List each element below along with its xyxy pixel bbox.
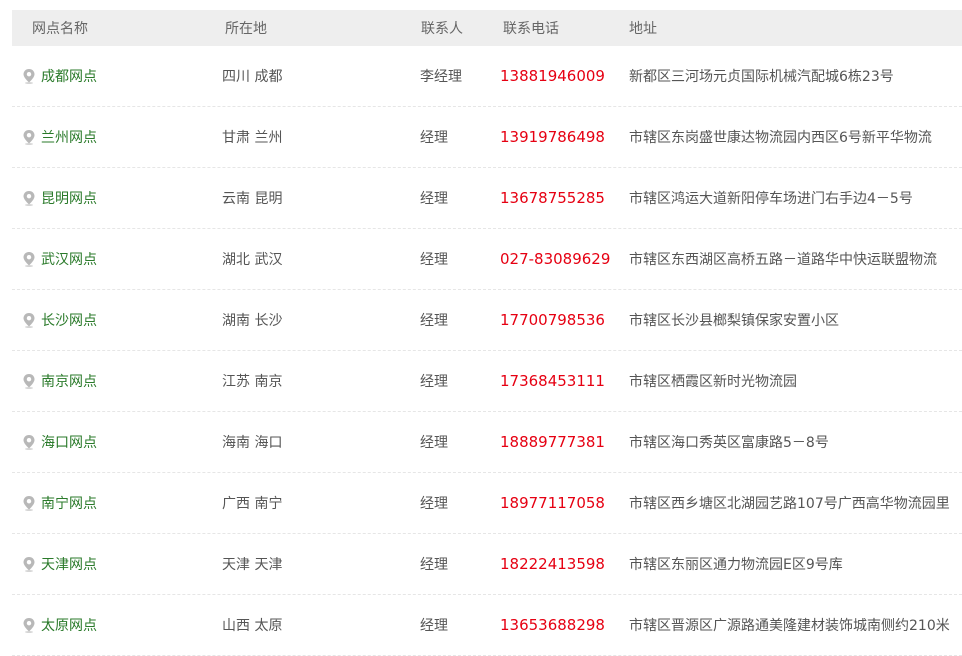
table-row: 海口网点 海南 海口 经理 18889777381 市辖区海口秀英区富康路5－8…: [12, 412, 962, 473]
branch-contact: 经理: [420, 557, 448, 573]
branch-address: 市辖区西乡塘区北湖园艺路107号广西高华物流园里: [629, 496, 950, 512]
branch-contact: 经理: [420, 618, 448, 634]
branch-phone: 027-83089629: [500, 250, 611, 268]
branch-name-link[interactable]: 天津网点: [22, 554, 97, 574]
branch-phone: 18977117058: [500, 494, 605, 512]
branch-contact: 经理: [420, 191, 448, 207]
branch-name-link[interactable]: 海口网点: [22, 432, 97, 452]
map-pin-icon: [22, 129, 36, 145]
branch-location: 广西 南宁: [222, 496, 283, 512]
branch-name-link[interactable]: 南宁网点: [22, 493, 97, 513]
branch-address: 市辖区东西湖区高桥五路－道路华中快运联盟物流: [629, 252, 937, 268]
map-pin-icon: [22, 556, 36, 572]
branch-contact: 经理: [420, 374, 448, 390]
branch-address: 新都区三河场元贞国际机械汽配城6栋23号: [629, 69, 894, 85]
table-row: 成都网点 四川 成都 李经理 13881946009 新都区三河场元贞国际机械汽…: [12, 46, 962, 107]
branch-name[interactable]: 昆明网点: [41, 188, 97, 208]
branch-location: 四川 成都: [222, 69, 283, 85]
branch-phone: 13678755285: [500, 189, 605, 207]
map-pin-icon: [22, 68, 36, 84]
branch-name[interactable]: 兰州网点: [41, 127, 97, 147]
branch-name[interactable]: 长沙网点: [41, 310, 97, 330]
branch-phone: 18889777381: [500, 433, 605, 451]
map-pin-icon: [22, 617, 36, 633]
branch-name-link[interactable]: 武汉网点: [22, 249, 97, 269]
branch-name[interactable]: 武汉网点: [41, 249, 97, 269]
table-header: 网点名称 所在地 联系人 联系电话 地址: [12, 10, 962, 46]
branch-location: 云南 昆明: [222, 191, 283, 207]
branch-contact: 经理: [420, 313, 448, 329]
branch-address: 市辖区鸿运大道新阳停车场进门右手边4－5号: [629, 191, 913, 207]
branch-phone: 17368453111: [500, 372, 605, 390]
map-pin-icon: [22, 434, 36, 450]
branch-name-link[interactable]: 成都网点: [22, 66, 97, 86]
branch-name-link[interactable]: 长沙网点: [22, 310, 97, 330]
map-pin-icon: [22, 251, 36, 267]
branch-location: 山西 太原: [222, 618, 283, 634]
map-pin-icon: [22, 312, 36, 328]
branch-table: 网点名称 所在地 联系人 联系电话 地址 成都网点 四川 成都 李经理 1388…: [12, 10, 962, 656]
branch-name[interactable]: 南京网点: [41, 371, 97, 391]
branch-name[interactable]: 南宁网点: [41, 493, 97, 513]
map-pin-icon: [22, 190, 36, 206]
branch-phone: 17700798536: [500, 311, 605, 329]
branch-contact: 李经理: [420, 69, 462, 85]
branch-location: 湖北 武汉: [222, 252, 283, 268]
table-row: 南京网点 江苏 南京 经理 17368453111 市辖区栖霞区新时光物流园: [12, 351, 962, 412]
table-row: 长沙网点 湖南 长沙 经理 17700798536 市辖区长沙县榔梨镇保家安置小…: [12, 290, 962, 351]
branch-name[interactable]: 海口网点: [41, 432, 97, 452]
branch-address: 市辖区晋源区广源路通美隆建材装饰城南侧约210米: [629, 618, 950, 634]
map-pin-icon: [22, 373, 36, 389]
branch-phone: 13919786498: [500, 128, 605, 146]
branch-location: 天津 天津: [222, 557, 283, 573]
branch-name-link[interactable]: 南京网点: [22, 371, 97, 391]
branch-contact: 经理: [420, 435, 448, 451]
branch-address: 市辖区长沙县榔梨镇保家安置小区: [629, 313, 839, 329]
branch-phone: 18222413598: [500, 555, 605, 573]
branch-location: 海南 海口: [222, 435, 283, 451]
map-pin-icon: [22, 495, 36, 511]
branch-name-link[interactable]: 兰州网点: [22, 127, 97, 147]
branch-name-link[interactable]: 昆明网点: [22, 188, 97, 208]
header-address: 地址: [629, 21, 657, 37]
branch-name[interactable]: 天津网点: [41, 554, 97, 574]
header-location: 所在地: [225, 21, 267, 37]
header-name: 网点名称: [32, 21, 88, 37]
branch-contact: 经理: [420, 130, 448, 146]
branch-name[interactable]: 成都网点: [41, 66, 97, 86]
branch-name-link[interactable]: 太原网点: [22, 615, 97, 635]
branch-location: 江苏 南京: [222, 374, 283, 390]
branch-phone: 13881946009: [500, 67, 605, 85]
branch-address: 市辖区栖霞区新时光物流园: [629, 374, 797, 390]
branch-name[interactable]: 太原网点: [41, 615, 97, 635]
branch-phone: 13653688298: [500, 616, 605, 634]
table-body: 成都网点 四川 成都 李经理 13881946009 新都区三河场元贞国际机械汽…: [12, 46, 962, 656]
table-row: 武汉网点 湖北 武汉 经理 027-83089629 市辖区东西湖区高桥五路－道…: [12, 229, 962, 290]
branch-address: 市辖区东丽区通力物流园E区9号库: [629, 557, 843, 573]
branch-contact: 经理: [420, 496, 448, 512]
branch-address: 市辖区海口秀英区富康路5－8号: [629, 435, 829, 451]
branch-contact: 经理: [420, 252, 448, 268]
branch-location: 甘肃 兰州: [222, 130, 283, 146]
table-row: 兰州网点 甘肃 兰州 经理 13919786498 市辖区东岗盛世康达物流园内西…: [12, 107, 962, 168]
table-row: 南宁网点 广西 南宁 经理 18977117058 市辖区西乡塘区北湖园艺路10…: [12, 473, 962, 534]
branch-address: 市辖区东岗盛世康达物流园内西区6号新平华物流: [629, 130, 932, 146]
table-row: 天津网点 天津 天津 经理 18222413598 市辖区东丽区通力物流园E区9…: [12, 534, 962, 595]
header-phone: 联系电话: [503, 21, 559, 37]
table-row: 太原网点 山西 太原 经理 13653688298 市辖区晋源区广源路通美隆建材…: [12, 595, 962, 656]
header-contact: 联系人: [421, 21, 463, 37]
branch-location: 湖南 长沙: [222, 313, 283, 329]
table-row: 昆明网点 云南 昆明 经理 13678755285 市辖区鸿运大道新阳停车场进门…: [12, 168, 962, 229]
